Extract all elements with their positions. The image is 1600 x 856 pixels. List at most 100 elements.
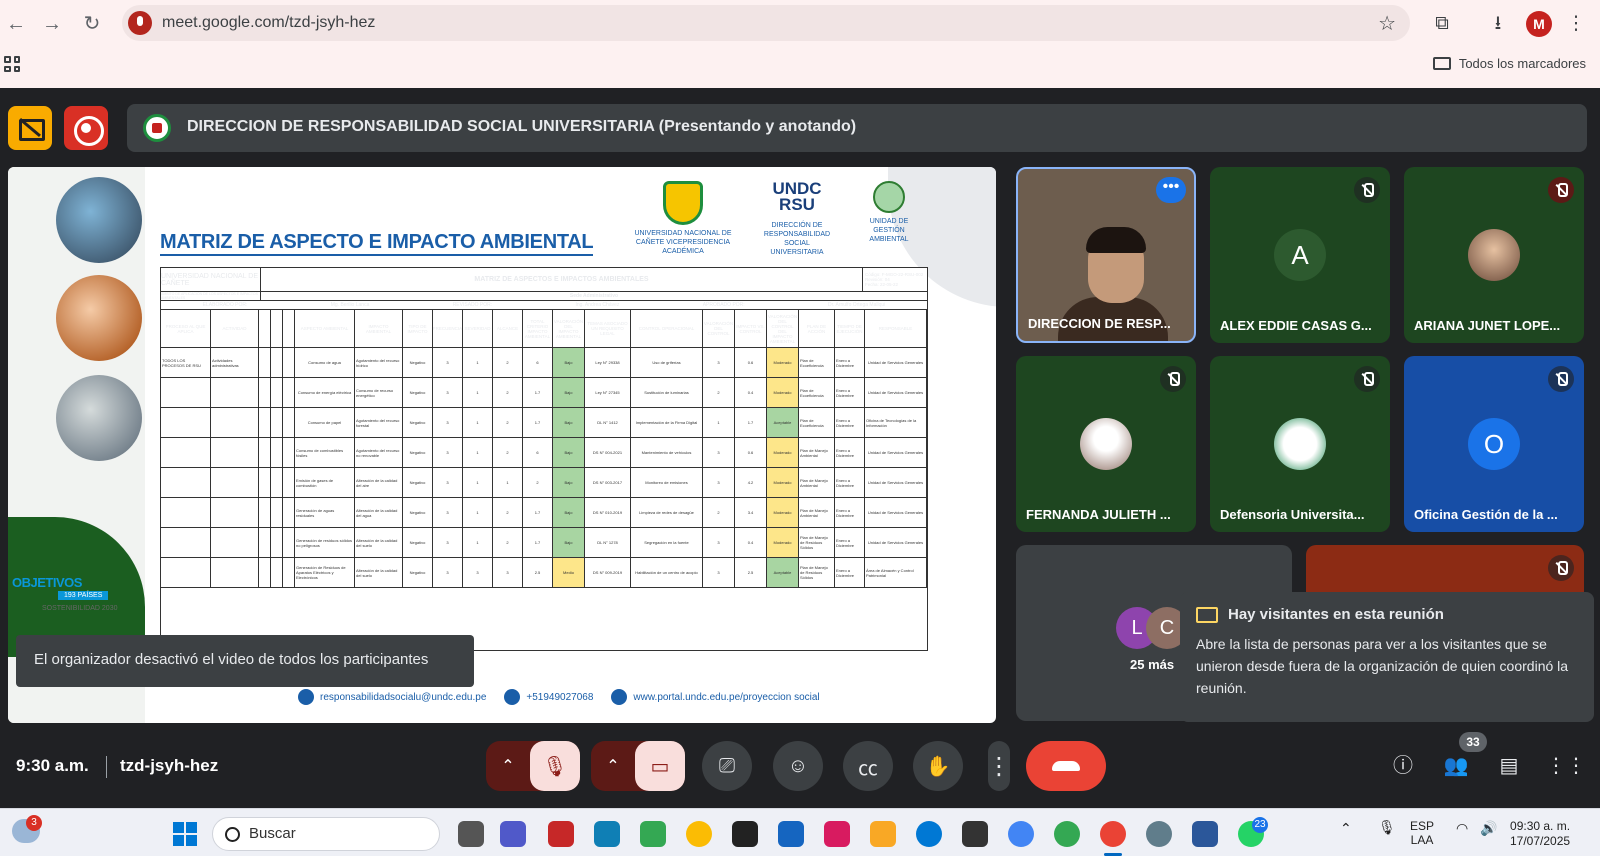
undc-logo-text: UNIVERSIDAD NACIONAL DE CAÑETE VICEPRESI…: [634, 230, 732, 255]
language-indicator[interactable]: ESP LAA: [1410, 819, 1434, 847]
download-icon[interactable]: ⭳: [1484, 10, 1512, 38]
mic-in-use-icon[interactable]: [128, 11, 152, 35]
participant-tile-presenter[interactable]: ••• DIRECCION DE RESP...: [1016, 167, 1196, 343]
menu-kebab-icon[interactable]: ⋮: [1562, 10, 1590, 38]
participant-tile-fernanda[interactable]: FERNANDA JULIETH ...: [1016, 356, 1196, 532]
matrix-cell: 2: [493, 498, 523, 528]
matrix-cell: Implementación de la Firma Digital: [631, 408, 703, 438]
file-explorer-icon[interactable]: [870, 821, 896, 847]
camera-app-icon[interactable]: [548, 821, 574, 847]
participant-tile-oficina[interactable]: O Oficina Gestión de la ...: [1404, 356, 1584, 532]
mic-tray-icon[interactable]: 🎙: [1378, 820, 1396, 834]
visitors-notice[interactable]: Hay visitantes en esta reunión Abre la l…: [1180, 592, 1594, 722]
uga-logo-text: UNIDAD DE GESTIÓN AMBIENTAL: [869, 218, 909, 243]
bookmarks-label: Todos los marcadores: [1458, 56, 1586, 71]
extensions-icon[interactable]: ⧉: [1428, 10, 1456, 38]
matrix-cell: Actividades administrativas: [211, 348, 259, 378]
chrome-icon[interactable]: [686, 821, 712, 847]
profile-avatar[interactable]: M: [1526, 11, 1552, 37]
chat-icon[interactable]: ▤: [1494, 751, 1524, 781]
audio-options-chevron-icon[interactable]: ⌃: [486, 756, 530, 776]
video-options-chevron-icon[interactable]: ⌃: [591, 756, 635, 776]
matrix-cell: 1: [463, 468, 493, 498]
start-button[interactable]: [173, 822, 197, 846]
participant-tile-defensoria[interactable]: Defensoria Universita...: [1210, 356, 1390, 532]
back-icon[interactable]: ←: [2, 10, 30, 38]
task-view-icon[interactable]: [458, 821, 484, 847]
copilot-icon[interactable]: [824, 821, 850, 847]
snipping-tool-icon[interactable]: [594, 821, 620, 847]
matrix-cell: DS N° 009-2019: [585, 558, 631, 588]
matrix-cell: Enero a Diciembre: [835, 498, 865, 528]
forward-icon[interactable]: →: [38, 10, 66, 38]
teams-icon[interactable]: [500, 821, 526, 847]
participant-tile-alex[interactable]: A ALEX EDDIE CASAS G...: [1210, 167, 1390, 343]
scope-row: ÁMBITO DE APLICACIÓN DE LOS ASPECTOS E I…: [161, 292, 927, 301]
bookmark-star-icon[interactable]: ☆: [1378, 11, 1396, 36]
meeting-code: tzd-jsyh-hez: [120, 756, 219, 775]
sticky-notes-icon[interactable]: [732, 821, 758, 847]
more-options-button[interactable]: ⋮: [987, 741, 1011, 791]
word-icon[interactable]: [1192, 821, 1218, 847]
mic-off-icon: [1548, 555, 1574, 581]
participant-tile-ariana[interactable]: ARIANA JUNET LOPE...: [1404, 167, 1584, 343]
matrix-cell: [271, 408, 283, 438]
address-bar[interactable]: meet.google.com/tzd-jsyh-hez ☆: [122, 5, 1410, 41]
mic-off-button[interactable]: 🎙: [530, 741, 580, 791]
taskbar-search[interactable]: Buscar: [212, 817, 440, 851]
more-options-icon[interactable]: •••: [1156, 177, 1186, 203]
chrome-profile-icon[interactable]: [1008, 821, 1034, 847]
uga-logo: UNIDAD DE GESTIÓN AMBIENTAL: [854, 181, 924, 244]
footer-phone-text: +51949027068: [526, 691, 594, 703]
apps-grid-icon[interactable]: [4, 56, 20, 72]
activities-grid-icon[interactable]: ⋮⋮: [1546, 751, 1586, 781]
raise-hand-button[interactable]: ✋: [913, 741, 963, 791]
reload-icon[interactable]: ↻: [78, 10, 106, 38]
undc-logo: UNIVERSIDAD NACIONAL DE CAÑETE VICEPRESI…: [628, 181, 738, 256]
wifi-icon[interactable]: ◠: [1456, 821, 1468, 835]
matrix-cell: [271, 498, 283, 528]
doc-title: MATRIZ DE ASPECTOS E IMPACTOS AMBIENTALE…: [261, 268, 863, 291]
whatsapp-icon[interactable]: 23: [1238, 817, 1268, 847]
weather-icon[interactable]: 3: [12, 815, 42, 843]
stop-presentation-button[interactable]: [8, 106, 52, 150]
rev-label: REVISADO POR:: [452, 302, 493, 308]
matrix-cell: Aceptable: [767, 408, 799, 438]
matrix-cell: Medio: [553, 558, 585, 588]
doc-meta: Código: F-MGO-22-RSU-002 Revisión: 04 Fe…: [863, 268, 927, 291]
all-bookmarks-button[interactable]: Todos los marcadores: [1432, 56, 1586, 71]
recording-button[interactable]: [64, 106, 108, 150]
matrix-cell: Unidad de Servicios Generales: [865, 438, 927, 468]
volume-icon[interactable]: 🔊: [1480, 821, 1497, 835]
matrix-cell: 3: [703, 558, 735, 588]
matrix-cell: Ley N° 27345: [585, 378, 631, 408]
tray-chevron-icon[interactable]: ⌃: [1340, 821, 1352, 835]
captions-button[interactable]: ㏄: [843, 741, 893, 791]
edge-icon[interactable]: [916, 821, 942, 847]
matrix-cell: DS N° 004-2021: [585, 438, 631, 468]
matrix-cell: 3: [433, 498, 463, 528]
present-screen-button[interactable]: ⎚: [702, 741, 752, 791]
end-call-button[interactable]: [1026, 741, 1106, 791]
matrix-cell: Generación de residuos sólidos no peligr…: [295, 528, 355, 558]
wps-icon[interactable]: [962, 821, 988, 847]
chrome-active-icon[interactable]: [1100, 821, 1126, 847]
matrix-cell: Bajo: [553, 408, 585, 438]
google-drive-icon[interactable]: [640, 821, 666, 847]
matrix-cell: Generación de Residuos de Aparatos Eléct…: [295, 558, 355, 588]
matrix-cell: DS N° 003-2017: [585, 468, 631, 498]
chrome-profile-icon[interactable]: [1146, 821, 1172, 847]
reactions-button[interactable]: ☺: [773, 741, 823, 791]
matrix-cell: 3.4: [735, 498, 767, 528]
presenter-title: DIRECCION DE RESPONSABILIDAD SOCIAL UNIV…: [187, 118, 857, 135]
url-text[interactable]: meet.google.com/tzd-jsyh-hez: [162, 14, 375, 32]
camera-off-button[interactable]: ▭: [635, 741, 685, 791]
matrix-cell: 1: [463, 528, 493, 558]
calendar-icon[interactable]: [778, 821, 804, 847]
taskbar-clock[interactable]: 09:30 a. m. 17/07/2025: [1510, 819, 1570, 849]
chrome-profile-icon[interactable]: [1054, 821, 1080, 847]
avatar: [1468, 229, 1520, 281]
mic-off-icon: [1160, 366, 1186, 392]
people-icon[interactable]: 👥: [1441, 751, 1471, 781]
meeting-info-icon[interactable]: ⓘ: [1388, 751, 1418, 781]
